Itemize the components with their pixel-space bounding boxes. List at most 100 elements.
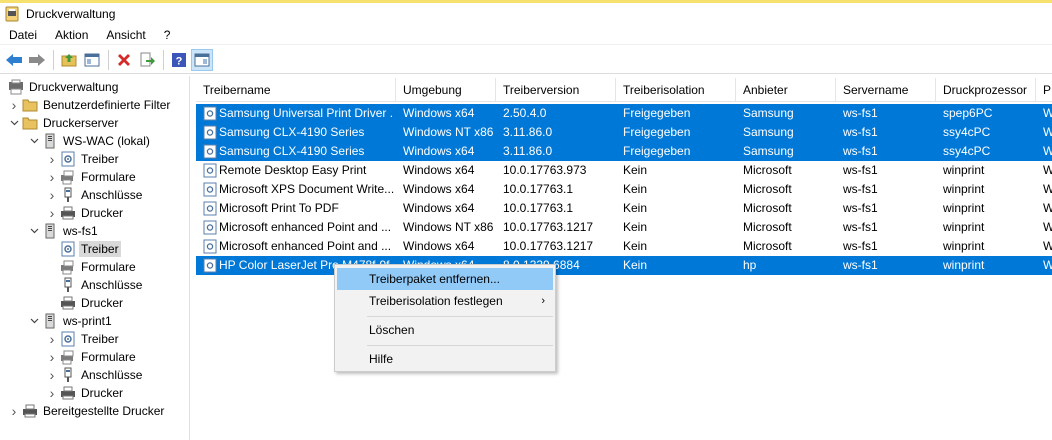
tree-item-formulare[interactable]: › Formulare: [46, 348, 138, 366]
table-row[interactable]: Microsoft enhanced Point and ... Windows …: [196, 237, 1052, 256]
column-header[interactable]: Treiberversion: [496, 78, 616, 102]
tree-item-formulare[interactable]: › Formulare: [46, 168, 138, 186]
column-header[interactable]: Anbieter: [736, 78, 836, 102]
table-cell: Kein: [623, 201, 648, 215]
tree-item-treiber[interactable]: Treiber: [46, 240, 121, 258]
table-cell: ws-fs1: [843, 220, 878, 234]
tree-item-druckverwaltung[interactable]: Druckverwaltung: [6, 78, 120, 96]
column-header[interactable]: Servername: [836, 78, 936, 102]
table-row[interactable]: Samsung Universal Print Driver ... Window…: [196, 104, 1052, 123]
console-icon[interactable]: [191, 48, 213, 71]
submenu-arrow-icon: ›: [541, 295, 545, 307]
tree-item-treiber[interactable]: › Treiber: [46, 330, 121, 348]
column-header[interactable]: P: [1036, 78, 1052, 102]
column-header[interactable]: Umgebung: [396, 78, 496, 102]
menu-aktion[interactable]: Aktion: [46, 25, 97, 45]
expand-chevron-icon[interactable]: ›: [46, 186, 58, 204]
printer-icon: [60, 205, 76, 221]
expand-chevron-icon[interactable]: ›: [46, 150, 58, 168]
export-icon[interactable]: [136, 49, 158, 71]
console-tree-icon[interactable]: [81, 49, 103, 71]
table-cell: 10.0.17763.973: [503, 163, 587, 177]
menu-item-delete[interactable]: Löschen: [337, 319, 553, 341]
table-cell: ws-fs1: [843, 144, 878, 158]
table-row[interactable]: Microsoft Print To PDF Windows x64 10.0.17…: [196, 199, 1052, 218]
tree-item-anschlüsse[interactable]: › Anschlüsse: [46, 366, 144, 384]
server-icon: [42, 313, 58, 329]
table-row[interactable]: Microsoft enhanced Point and ... Windows …: [196, 218, 1052, 237]
column-header[interactable]: Druckprozessor: [936, 78, 1036, 102]
driver-icon: [60, 151, 76, 167]
table-cell: Freigegeben: [623, 144, 691, 158]
menu-item-set-driver-isolation[interactable]: Treiberisolation festlegen ›: [337, 290, 553, 312]
folder-icon: [22, 97, 38, 113]
expand-chevron-icon[interactable]: ›: [8, 96, 20, 114]
table-cell: Remote Desktop Easy Print: [219, 163, 367, 177]
tree-item-anschlüsse[interactable]: › Anschlüsse: [46, 186, 144, 204]
menu-item-label: Hilfe: [369, 352, 394, 366]
tree-item-label: ws-print1: [63, 314, 112, 328]
collapse-chevron-icon[interactable]: [28, 132, 40, 150]
expand-chevron-icon[interactable]: ›: [46, 366, 58, 384]
table-row[interactable]: Samsung CLX-4190 Series Windows NT x86 3.1…: [196, 123, 1052, 142]
collapse-chevron-icon[interactable]: [28, 222, 40, 240]
port-icon: [60, 187, 76, 203]
tree-item-ws-print1[interactable]: ws-print1: [28, 312, 114, 330]
expand-chevron-icon[interactable]: ›: [46, 330, 58, 348]
table-cell: ws-fs1: [843, 258, 878, 272]
driver-icon: [60, 331, 76, 347]
tree-item-drucker[interactable]: › Drucker: [46, 204, 125, 222]
table-cell: Freigegeben: [623, 125, 691, 139]
table-cell: Samsung Universal Print Driver ...: [219, 106, 394, 120]
tree-item-label: Anschlüsse: [81, 188, 143, 202]
delete-icon[interactable]: [113, 49, 135, 71]
menu-bar: Datei Aktion Ansicht ?: [0, 25, 1052, 45]
tree-item-label: Anschlüsse: [81, 368, 143, 382]
driver-icon: [203, 220, 217, 235]
tree-item-ws-wac-lokal-[interactable]: WS-WAC (lokal): [28, 132, 152, 150]
tree-item-label: WS-WAC (lokal): [63, 134, 150, 148]
print-management-app-icon: [4, 6, 20, 22]
forward-icon[interactable]: [26, 49, 48, 71]
tree-item-treiber[interactable]: › Treiber: [46, 150, 121, 168]
collapse-chevron-icon[interactable]: [8, 114, 20, 132]
menu-ansicht[interactable]: Ansicht: [97, 25, 154, 45]
tree-item-label: Benutzerdefinierte Filter: [43, 98, 171, 112]
back-icon[interactable]: [3, 49, 25, 71]
menu-item-label: Treiberpaket entfernen...: [369, 272, 500, 286]
table-row[interactable]: Samsung CLX-4190 Series Windows x64 3.11.8…: [196, 142, 1052, 161]
table-row[interactable]: HP Color LaserJet Pro M478f-9f...Windows…: [196, 256, 1052, 275]
forms-icon: [60, 349, 76, 365]
menu-item-help[interactable]: Hilfe: [337, 348, 553, 370]
menu-item-label: Löschen: [369, 323, 415, 337]
expand-chevron-icon[interactable]: ›: [46, 348, 58, 366]
tree-item-formulare[interactable]: Formulare: [46, 258, 138, 276]
expand-chevron-icon[interactable]: ›: [8, 402, 20, 420]
tree-item-label: Treiber: [79, 241, 121, 257]
column-header[interactable]: Treiberisolation: [616, 78, 736, 102]
menu-datei[interactable]: Datei: [0, 25, 46, 45]
table-cell: Freigegeben: [623, 106, 691, 120]
tree-item-drucker[interactable]: › Drucker: [46, 384, 125, 402]
up-folder-icon[interactable]: [58, 49, 80, 71]
expand-chevron-icon[interactable]: ›: [46, 204, 58, 222]
menu-help[interactable]: ?: [155, 25, 180, 45]
expand-chevron-icon[interactable]: ›: [46, 168, 58, 186]
column-header[interactable]: Treibername: [196, 78, 396, 102]
tree-item-anschlüsse[interactable]: Anschlüsse: [46, 276, 144, 294]
expand-chevron-icon[interactable]: ›: [46, 384, 58, 402]
table-row[interactable]: Remote Desktop Easy Print Windows x64 10.0…: [196, 161, 1052, 180]
driver-icon: [203, 182, 217, 197]
help-icon[interactable]: ?: [168, 49, 190, 71]
table-cell: Samsung: [743, 106, 794, 120]
tree-item-benutzerdefinierte-filter[interactable]: › Benutzerdefinierte Filter: [8, 96, 172, 114]
tree-item-ws-fs1[interactable]: ws-fs1: [28, 222, 100, 240]
tree-item-bereitgestellte-drucker[interactable]: › Bereitgestellte Drucker: [8, 402, 166, 420]
driver-icon: [203, 239, 217, 254]
tree-item-druckerserver[interactable]: Druckerserver: [8, 114, 120, 132]
menu-item-remove-driver-package[interactable]: Treiberpaket entfernen...: [337, 268, 553, 290]
driver-icon: [203, 163, 217, 178]
tree-item-drucker[interactable]: Drucker: [46, 294, 125, 312]
collapse-chevron-icon[interactable]: [28, 312, 40, 330]
table-row[interactable]: Microsoft XPS Document Write... Windows x…: [196, 180, 1052, 199]
